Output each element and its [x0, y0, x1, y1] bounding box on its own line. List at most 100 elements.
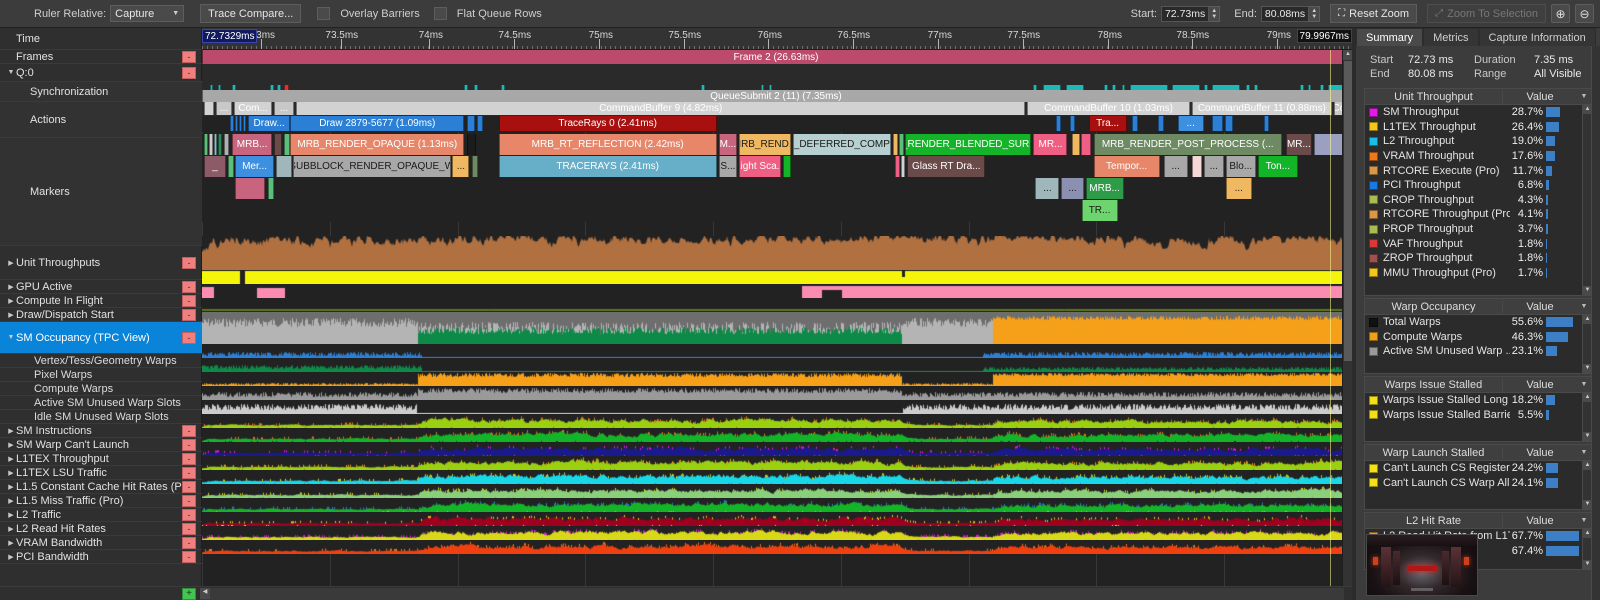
pci-bandwidth-graph[interactable] [202, 540, 1352, 554]
flat-queue-rows-checkbox[interactable] [434, 7, 447, 20]
metric-row[interactable]: VRAM Throughput17.6% [1365, 149, 1582, 164]
track-row-pixel-warps[interactable]: Pixel Warps [0, 368, 202, 382]
metric-row[interactable]: Total Warps55.6% [1365, 315, 1582, 330]
timeline-block-small[interactable] [274, 134, 282, 155]
zoom-to-selection-button[interactable]: ⤢ Zoom To Selection [1427, 4, 1546, 23]
sort-descending-icon[interactable]: ▼ [1577, 93, 1591, 100]
timeline-block[interactable]: S... [719, 156, 737, 177]
timeline-block[interactable]: Com... [234, 102, 272, 115]
timeline-vertical-scrollbar[interactable]: ▲ ▼ [1342, 50, 1352, 600]
timeline-block[interactable]: CommandBuffer 11 (0.88ms) [1192, 102, 1332, 115]
tab-metrics[interactable]: Metrics [1423, 28, 1478, 46]
timeline-block[interactable]: MRB_RENDER_BLENDED_SURFAC... [905, 134, 1031, 155]
timeline-block-small[interactable] [477, 116, 483, 131]
sm-instructions-graph[interactable] [202, 414, 1352, 428]
markers-row-2[interactable]: _Mer...MRB_SUBBLOCK_RENDER_OPAQUE_WORL..… [202, 156, 1352, 178]
command-buffer-band[interactable]: ...Com......CommandBuffer 9 (4.82ms)Comm… [202, 102, 1352, 116]
metric-row[interactable]: RTCORE Execute (Pro)11.7% [1365, 163, 1582, 178]
timeline-block[interactable]: ... [1204, 156, 1224, 177]
collapse-track-button[interactable]: - [182, 67, 196, 79]
timeline-block[interactable]: MRB_RENDER_POST_PROCESS (... [1094, 134, 1282, 155]
track-row-l1tex-throughput[interactable]: ▶L1TEX Throughput- [0, 452, 202, 466]
metric-row[interactable]: MMU Throughput (Pro)1.7% [1365, 266, 1582, 281]
collapse-track-button[interactable]: - [182, 509, 196, 521]
timeline-block[interactable]: MRB_SUBBLOCK_RENDER_OPAQUE_WORL... [293, 156, 451, 177]
metric-section-scrollbar[interactable]: ▲▼ [1582, 461, 1591, 509]
timeline-block-small[interactable] [467, 116, 475, 131]
timeline-block-small[interactable] [204, 102, 214, 115]
scroll-up-icon[interactable]: ▲ [1343, 50, 1352, 60]
timeline-block[interactable]: ... [274, 102, 294, 115]
track-row-synchronization[interactable]: Synchronization [0, 82, 202, 102]
markers-row-1[interactable]: MRB...MRB_RENDER_OPAQUE (1.13ms)MRB_RT_R… [202, 134, 1352, 156]
track-row-time[interactable]: Time [0, 28, 202, 50]
track-row-active-sm-unused-warp-slots[interactable]: Active SM Unused Warp Slots [0, 396, 202, 410]
timeline-block-small[interactable] [1081, 134, 1091, 155]
metric-section-scrollbar[interactable]: ▲▼ [1582, 105, 1591, 295]
metric-row[interactable]: CROP Throughput4.3% [1365, 193, 1582, 208]
metric-value-header[interactable]: Value [1503, 447, 1577, 459]
collapse-track-button[interactable]: - [182, 453, 196, 465]
metric-section-title[interactable]: Warp Occupancy [1365, 301, 1503, 313]
timeline-block-small[interactable] [243, 116, 246, 131]
metric-value-header[interactable]: Value [1503, 91, 1577, 103]
timeline-block-small[interactable] [1192, 156, 1202, 177]
end-stepper[interactable]: ▲▼ [1309, 6, 1320, 22]
timeline-block-small[interactable] [472, 156, 478, 177]
start-value[interactable]: 72.73ms [1161, 6, 1209, 22]
collapse-triangle-icon[interactable]: ▼ [6, 69, 16, 76]
timeline-block-small[interactable] [230, 116, 234, 131]
timeline-block-small[interactable] [214, 134, 217, 155]
frames-band[interactable]: Frame 2 (26.63ms) [202, 50, 1352, 64]
active-sm-unused-warp-slots-graph[interactable] [202, 386, 1352, 400]
ruler-relative-select[interactable]: Capture ▼ [110, 5, 184, 22]
timeline-block[interactable]: ... [1035, 178, 1059, 199]
zoom-out-icon[interactable]: ⊖ [1575, 4, 1594, 23]
timeline-block[interactable]: _ [204, 156, 226, 177]
actions-band[interactable]: Draw...Draw 2879-5677 (1.09ms)TraceRays … [202, 116, 1352, 132]
timeline-block[interactable]: ... [1164, 156, 1188, 177]
collapse-track-button[interactable]: - [182, 281, 196, 293]
timeline-block-small[interactable] [1264, 116, 1269, 131]
metric-row[interactable]: Compute Warps46.3% [1365, 330, 1582, 345]
start-stepper[interactable]: ▲▼ [1209, 6, 1220, 22]
expand-triangle-icon[interactable]: ▶ [6, 525, 16, 533]
overlay-barriers-checkbox[interactable] [317, 7, 330, 20]
collapse-track-button[interactable]: - [182, 481, 196, 493]
track-row-vertex-tess-geometry-warps[interactable]: Vertex/Tess/Geometry Warps [0, 354, 202, 368]
expand-triangle-icon[interactable]: ▶ [6, 469, 16, 477]
timeline-horizontal-scrollbar[interactable]: ◀ [200, 588, 1344, 600]
track-row-sm-instructions[interactable]: ▶SM Instructions- [0, 424, 202, 438]
metric-section-title[interactable]: Warp Launch Stalled [1365, 447, 1503, 459]
sort-descending-icon[interactable]: ▼ [1577, 517, 1591, 524]
ruler-cursor-badge[interactable]: 72.7329ms [202, 29, 257, 43]
metric-section-title[interactable]: Unit Throughput [1365, 91, 1503, 103]
metric-row-list[interactable]: Warps Issue Stalled Long ...18.2%Warps I… [1365, 393, 1582, 441]
collapse-track-button[interactable]: - [182, 425, 196, 437]
timeline-block[interactable]: ... [452, 156, 469, 177]
end-value[interactable]: 80.08ms [1261, 6, 1309, 22]
metric-value-header[interactable]: Value [1503, 379, 1577, 391]
expand-triangle-icon[interactable]: ▶ [6, 283, 16, 291]
timeline-block[interactable]: MRB_REND... [739, 134, 791, 155]
metric-value-header[interactable]: Value [1503, 301, 1577, 313]
timeline-block[interactable]: CommandBuffer 10 (1.03ms) [1027, 102, 1189, 115]
timeline-block-small[interactable] [228, 156, 234, 177]
collapse-track-button[interactable]: - [182, 295, 196, 307]
metric-section-scrollbar[interactable]: ▲▼ [1582, 529, 1591, 569]
timeline-block[interactable]: Light Sca... [739, 156, 781, 177]
timeline-block[interactable]: Tempor... [1094, 156, 1160, 177]
timeline-block[interactable]: MRB_RT_REFLECTION (2.42ms) [499, 134, 717, 155]
timeline-block-small[interactable] [893, 134, 898, 155]
timeline-block[interactable]: MR... [1286, 134, 1312, 155]
timeline-block[interactable]: ... [1061, 178, 1083, 199]
timeline-block[interactable]: ... [216, 102, 232, 115]
track-row-unit-throughputs[interactable]: ▶Unit Throughputs- [0, 246, 202, 280]
timeline-block-small[interactable] [235, 178, 265, 199]
metric-section-title[interactable]: Warps Issue Stalled [1365, 379, 1503, 391]
timeline-block-small[interactable] [467, 134, 476, 155]
timeline-block-small[interactable] [1070, 116, 1075, 131]
zoom-in-icon[interactable]: ⊕ [1551, 4, 1570, 23]
compute-in-flight-graph[interactable] [202, 284, 1352, 298]
metric-value-header[interactable]: Value [1503, 515, 1577, 527]
